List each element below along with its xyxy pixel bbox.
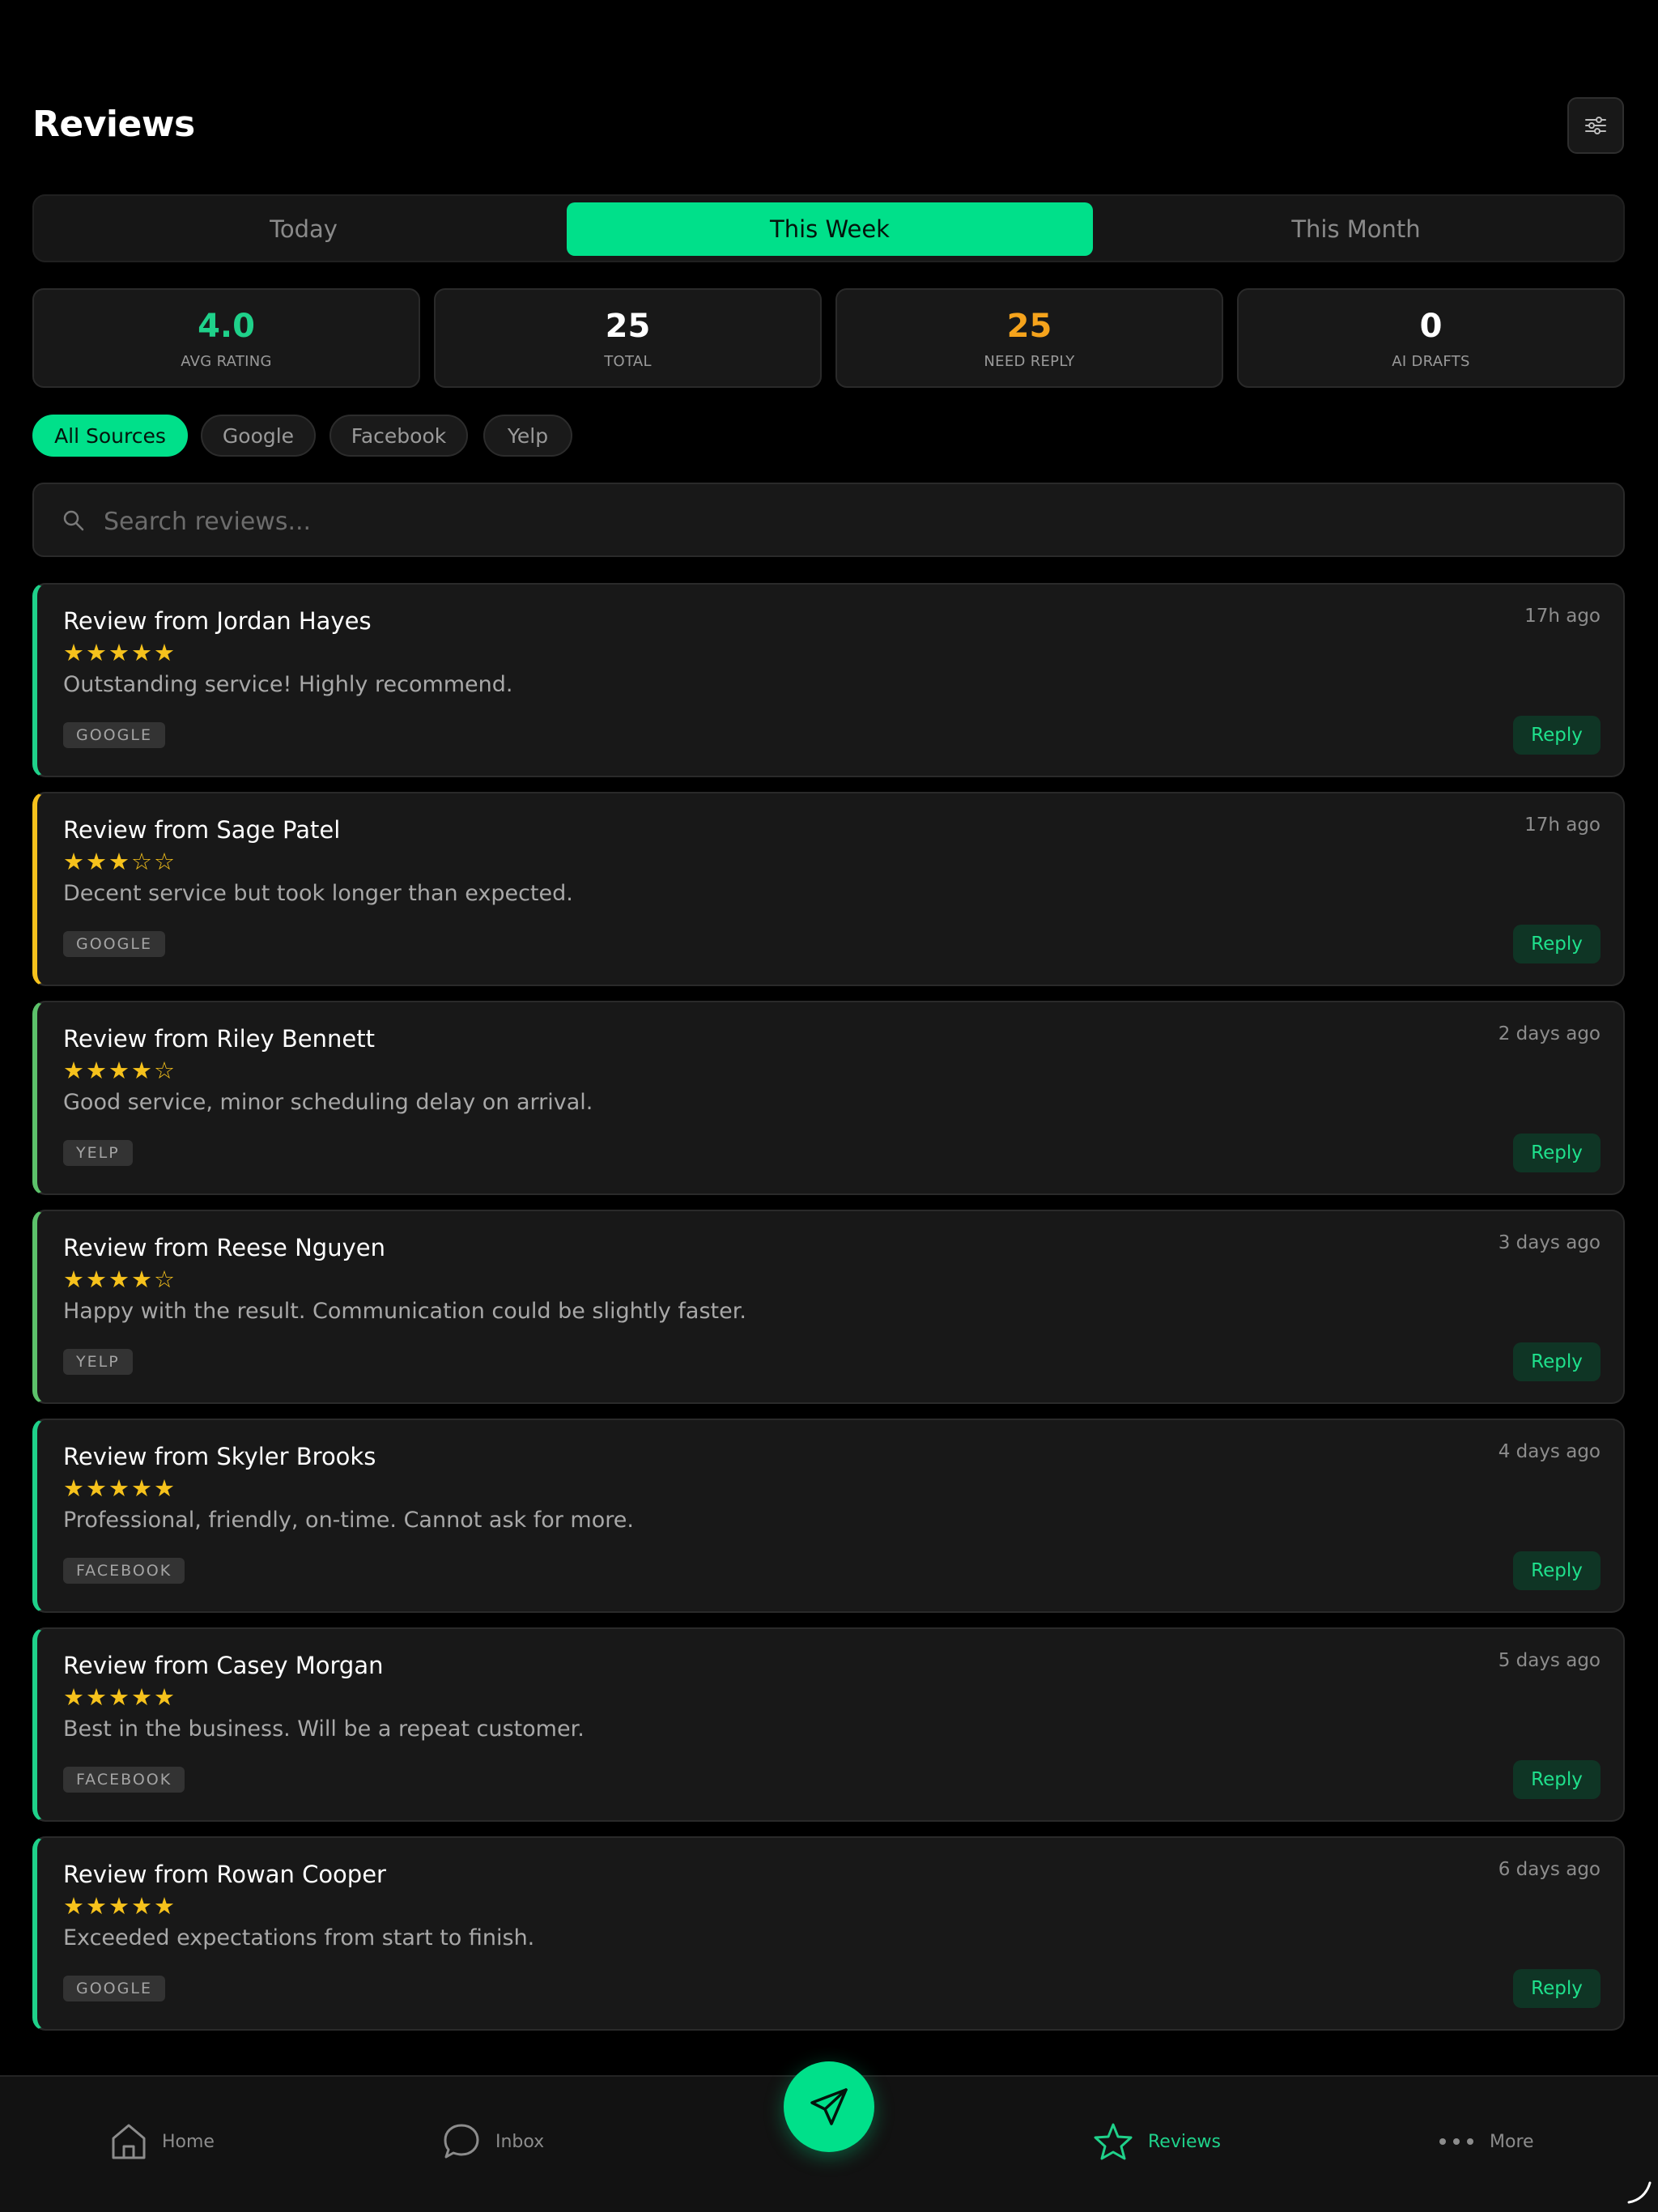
stat-value: 0: [1419, 308, 1443, 345]
star-rating: ★★★☆☆: [63, 848, 176, 875]
sliders-icon: [1585, 117, 1606, 134]
reply-button[interactable]: Reply: [1513, 1134, 1601, 1172]
stat-label: TOTAL: [604, 353, 652, 370]
review-card[interactable]: Review from Riley Bennett 2 days ago ★★★…: [32, 1001, 1625, 1195]
review-title: Review from Casey Morgan: [63, 1652, 384, 1679]
reply-button[interactable]: Reply: [1513, 716, 1601, 755]
stat-label: AVG RATING: [181, 353, 272, 370]
review-title: Review from Riley Bennett: [63, 1025, 375, 1053]
nav-label: Reviews: [1148, 2131, 1221, 2152]
stat-label: NEED REPLY: [984, 353, 1075, 370]
review-title: Review from Reese Nguyen: [63, 1234, 385, 1261]
page-title: Reviews: [32, 104, 195, 145]
reply-button[interactable]: Reply: [1513, 1342, 1601, 1381]
star-rating: ★★★★★: [63, 639, 176, 666]
review-text: Outstanding service! Highly recommend.: [63, 672, 513, 697]
nav-item-inbox[interactable]: Inbox: [442, 2117, 544, 2166]
source-badge: YELP: [63, 1349, 133, 1375]
review-card[interactable]: Review from Jordan Hayes 17h ago ★★★★★ O…: [32, 583, 1625, 777]
source-badge: YELP: [63, 1140, 133, 1166]
chat-bubble-icon: [444, 2124, 479, 2159]
review-text: Professional, friendly, on-time. Cannot …: [63, 1508, 634, 1533]
review-time: 5 days ago: [1498, 1650, 1601, 1671]
send-icon: [810, 2088, 848, 2125]
home-icon: [112, 2124, 146, 2159]
review-card[interactable]: Review from Rowan Cooper 6 days ago ★★★★…: [32, 1836, 1625, 2031]
review-text: Happy with the result. Communication cou…: [63, 1299, 746, 1324]
stat-value: 4.0: [198, 308, 255, 345]
review-card[interactable]: Review from Skyler Brooks 4 days ago ★★★…: [32, 1419, 1625, 1613]
filter-chip-facebook[interactable]: Facebook: [329, 415, 468, 457]
nav-item-reviews[interactable]: Reviews: [1093, 2117, 1221, 2166]
send-fab-button[interactable]: [784, 2061, 874, 2152]
nav-item-home[interactable]: Home: [110, 2117, 215, 2166]
resize-handle-icon: [1627, 2181, 1652, 2204]
filter-chip-all-sources[interactable]: All Sources: [32, 415, 188, 457]
tab-this-week[interactable]: This Week: [567, 202, 1093, 256]
source-badge: FACEBOOK: [63, 1767, 185, 1793]
source-badge: GOOGLE: [63, 931, 165, 957]
more-dots-icon: [1439, 2138, 1473, 2145]
reply-button[interactable]: Reply: [1513, 1760, 1601, 1799]
source-badge: GOOGLE: [63, 1976, 165, 2001]
nav-item-more[interactable]: More: [1438, 2117, 1534, 2166]
filter-chip-yelp[interactable]: Yelp: [483, 415, 572, 457]
filter-chip-google[interactable]: Google: [201, 415, 316, 457]
reply-button[interactable]: Reply: [1513, 925, 1601, 963]
reply-button[interactable]: Reply: [1513, 1969, 1601, 2008]
stat-value: 25: [605, 308, 651, 345]
tab-today[interactable]: Today: [40, 202, 567, 256]
stat-label: AI DRAFTS: [1392, 353, 1470, 370]
review-time: 4 days ago: [1498, 1441, 1601, 1462]
star-rating: ★★★★☆: [63, 1057, 176, 1084]
search-input[interactable]: [102, 499, 1603, 544]
review-card[interactable]: Review from Reese Nguyen 3 days ago ★★★★…: [32, 1210, 1625, 1404]
source-badge: FACEBOOK: [63, 1558, 185, 1584]
review-time: 6 days ago: [1498, 1859, 1601, 1880]
star-rating: ★★★★☆: [63, 1266, 176, 1293]
review-time: 2 days ago: [1498, 1023, 1601, 1044]
review-title: Review from Rowan Cooper: [63, 1861, 386, 1888]
search-bar: [32, 483, 1625, 557]
stat-card-need-reply: 25 NEED REPLY: [835, 288, 1223, 388]
nav-label: Home: [162, 2131, 215, 2152]
review-text: Decent service but took longer than expe…: [63, 881, 573, 906]
settings-button[interactable]: [1567, 97, 1624, 154]
review-time: 3 days ago: [1498, 1232, 1601, 1253]
star-rating: ★★★★★: [63, 1892, 176, 1920]
nav-label: Inbox: [495, 2131, 545, 2152]
review-title: Review from Sage Patel: [63, 816, 341, 844]
tab-this-month[interactable]: This Month: [1093, 202, 1619, 256]
stat-card-total: 25 TOTAL: [434, 288, 822, 388]
review-time: 17h ago: [1524, 815, 1601, 836]
star-icon: [1094, 2123, 1133, 2160]
search-icon: [63, 510, 84, 531]
review-title: Review from Skyler Brooks: [63, 1443, 376, 1470]
period-segmented-control: Today This Week This Month: [32, 194, 1625, 262]
stat-card-ai-drafts: 0 AI DRAFTS: [1237, 288, 1625, 388]
review-text: Good service, minor scheduling delay on …: [63, 1090, 593, 1115]
review-card[interactable]: Review from Casey Morgan 5 days ago ★★★★…: [32, 1627, 1625, 1822]
review-time: 17h ago: [1524, 606, 1601, 627]
review-title: Review from Jordan Hayes: [63, 607, 372, 635]
reply-button[interactable]: Reply: [1513, 1551, 1601, 1590]
stat-card-avg-rating: 4.0 AVG RATING: [32, 288, 420, 388]
nav-label: More: [1490, 2131, 1534, 2152]
star-rating: ★★★★★: [63, 1683, 176, 1711]
review-text: Best in the business. Will be a repeat c…: [63, 1716, 585, 1742]
review-card[interactable]: Review from Sage Patel 17h ago ★★★☆☆ Dec…: [32, 792, 1625, 986]
review-text: Exceeded expectations from start to fini…: [63, 1925, 535, 1950]
star-rating: ★★★★★: [63, 1474, 176, 1502]
stat-value: 25: [1006, 308, 1052, 345]
source-badge: GOOGLE: [63, 722, 165, 748]
